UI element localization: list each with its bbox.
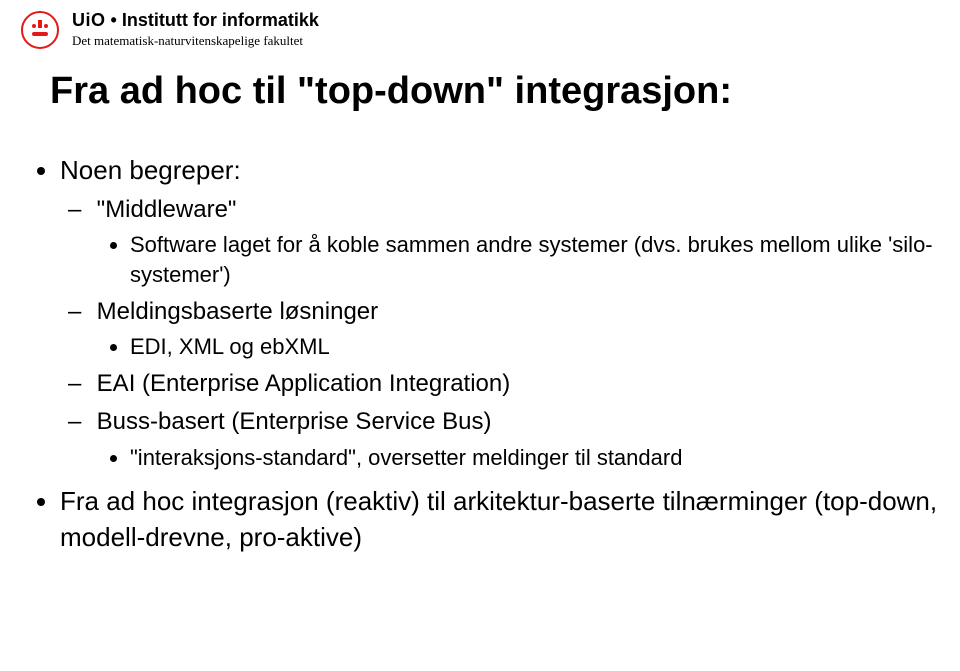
institute-line: UiO • Institutt for informatikk [72, 11, 319, 31]
bullet-text: Software laget for å koble sammen andre … [130, 232, 933, 287]
bullet-text: Fra ad hoc integrasjon (reaktiv) til ark… [60, 486, 937, 551]
bullet-list-level3: "interaksjons-standard", oversetter meld… [90, 443, 940, 473]
list-item: Fra ad hoc integrasjon (reaktiv) til ark… [60, 484, 940, 554]
list-item: EDI, XML og ebXML [130, 332, 940, 362]
bullet-text: Buss-basert (Enterprise Service Bus) [97, 408, 492, 435]
bullet-text: "Middleware" [97, 196, 237, 223]
bullet-list-level2: "Middleware" Software laget for å koble … [60, 194, 940, 472]
bullet-list-level3: EDI, XML og ebXML [90, 332, 940, 362]
list-item: Meldingsbaserte løsninger EDI, XML og eb… [90, 296, 940, 362]
bullet-text: EAI (Enterprise Application Integration) [97, 370, 511, 397]
bullet-text: Meldingsbaserte løsninger [97, 298, 378, 325]
list-item: Buss-basert (Enterprise Service Bus) "in… [90, 406, 940, 472]
slide-title: Fra ad hoc til "top-down" integrasjon: [50, 70, 940, 113]
org-abbrev: UiO [72, 10, 106, 30]
faculty-line: Det matematisk-naturvitenskapelige fakul… [72, 33, 319, 49]
list-item: "Middleware" Software laget for å koble … [90, 194, 940, 290]
bullet-list-level3: Software laget for å koble sammen andre … [90, 230, 940, 289]
slide-header: UiO • Institutt for informatikk Det mate… [20, 10, 940, 50]
separator-icon: • [111, 10, 122, 30]
uio-seal-icon [20, 10, 60, 50]
bullet-text: Noen begreper: [60, 155, 241, 185]
header-text-block: UiO • Institutt for informatikk Det mate… [72, 10, 319, 49]
list-item: Software laget for å koble sammen andre … [130, 230, 940, 289]
list-item: EAI (Enterprise Application Integration) [90, 368, 940, 400]
list-item: "interaksjons-standard", oversetter meld… [130, 443, 940, 473]
bullet-list-level1: Noen begreper: "Middleware" Software lag… [30, 153, 940, 555]
bullet-text: "interaksjons-standard", oversetter meld… [130, 445, 682, 470]
bullet-text: EDI, XML og ebXML [130, 334, 330, 359]
institute-name: Institutt for informatikk [122, 10, 319, 30]
list-item: Noen begreper: "Middleware" Software lag… [60, 153, 940, 472]
